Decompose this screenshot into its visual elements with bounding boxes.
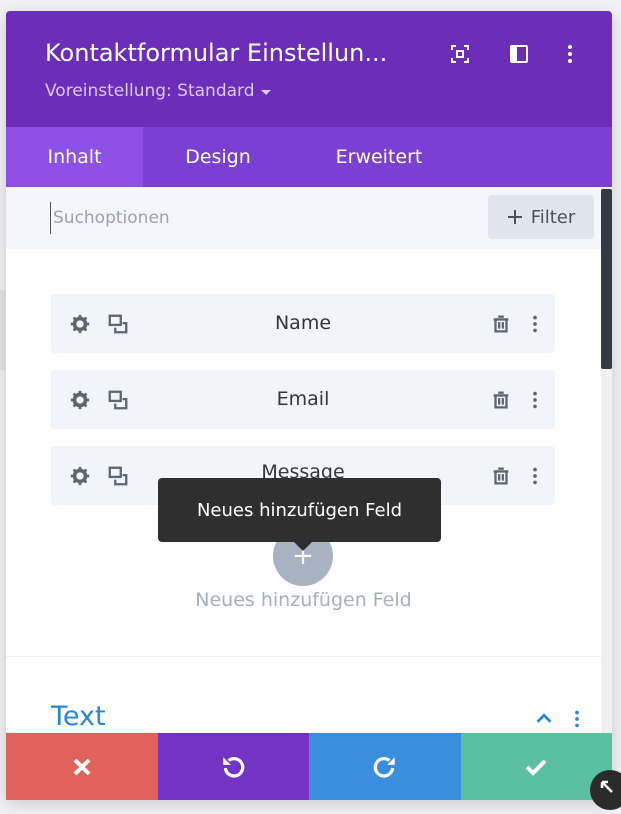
field-row-email[interactable]: Email <box>51 370 555 429</box>
duplicate-icon[interactable] <box>107 465 129 487</box>
focus-icon[interactable] <box>448 42 472 66</box>
undo-button[interactable] <box>157 733 309 800</box>
check-icon <box>525 759 547 776</box>
tooltip-arrow <box>294 542 312 551</box>
filter-label: Filter <box>530 206 576 228</box>
redo-icon <box>373 756 395 778</box>
divider <box>6 656 601 657</box>
section-title-text[interactable]: Text <box>51 701 106 732</box>
resize-handle[interactable] <box>590 770 621 810</box>
trash-icon[interactable] <box>490 465 512 487</box>
cancel-button[interactable] <box>6 733 158 800</box>
plus-icon <box>507 210 522 224</box>
gear-icon[interactable] <box>69 313 91 335</box>
search-input[interactable] <box>50 202 475 234</box>
more-vert-icon[interactable] <box>524 465 546 487</box>
preset-dropdown[interactable]: Voreinstellung: Standard <box>45 81 271 101</box>
sidebar-toggle-icon[interactable] <box>507 42 531 66</box>
chevron-up-icon[interactable] <box>533 708 555 730</box>
filter-button[interactable]: Filter <box>488 195 594 239</box>
trash-icon[interactable] <box>490 389 512 411</box>
action-bar <box>6 733 612 800</box>
tab-design[interactable]: Design <box>153 127 283 187</box>
more-vert-icon[interactable] <box>566 708 588 730</box>
resize-icon <box>600 780 613 793</box>
duplicate-icon[interactable] <box>107 313 129 335</box>
caret-down-icon <box>260 89 271 95</box>
close-icon <box>73 758 91 775</box>
tab-erweitert[interactable]: Erweitert <box>304 127 454 187</box>
more-vert-icon[interactable] <box>524 389 546 411</box>
gear-icon[interactable] <box>69 389 91 411</box>
scrollbar-thumb[interactable] <box>601 189 612 369</box>
undo-icon <box>223 756 245 778</box>
tab-bar: Inhalt Design Erweitert <box>6 127 612 187</box>
modal-title: Kontaktformular Einstellun... <box>45 39 388 67</box>
add-field-label[interactable]: Neues hinzufügen Feld <box>6 589 601 611</box>
preset-label: Voreinstellung: Standard <box>45 81 255 101</box>
modal-header: Kontaktformular Einstellun... Voreinstel… <box>6 11 612 127</box>
more-vert-icon[interactable] <box>524 313 546 335</box>
gear-icon[interactable] <box>69 465 91 487</box>
redo-button[interactable] <box>309 733 461 800</box>
tooltip: Neues hinzufügen Feld <box>158 478 441 542</box>
duplicate-icon[interactable] <box>107 389 129 411</box>
settings-modal: Kontaktformular Einstellun... Voreinstel… <box>6 11 612 800</box>
tab-inhalt[interactable]: Inhalt <box>6 127 143 187</box>
trash-icon[interactable] <box>490 313 512 335</box>
more-vert-icon[interactable] <box>558 42 582 66</box>
field-row-name[interactable]: Name <box>51 294 555 353</box>
